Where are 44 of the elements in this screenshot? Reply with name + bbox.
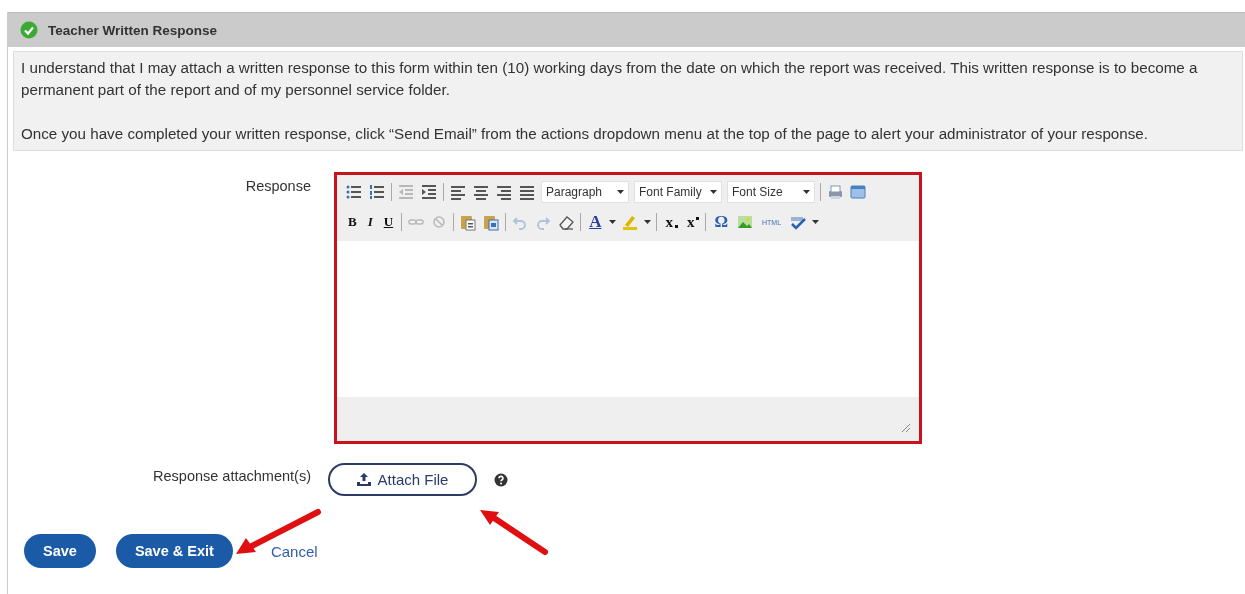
window-icon[interactable]	[849, 183, 867, 201]
caret-icon[interactable]	[812, 220, 820, 224]
text-color-button[interactable]: A	[586, 212, 605, 232]
italic-button[interactable]: I	[364, 214, 376, 230]
field-label: Response	[244, 177, 311, 194]
format-dropdown[interactable]: Font Family	[634, 181, 722, 203]
print-icon[interactable]	[826, 183, 844, 201]
align-left-icon[interactable]	[449, 183, 467, 201]
subscript-button[interactable]: x	[662, 213, 679, 231]
numbered-list-icon[interactable]	[368, 183, 386, 201]
panel-title: Teacher Written Response	[48, 22, 218, 38]
format-dropdown[interactable]: Font Size	[727, 181, 815, 203]
caret-icon[interactable]	[803, 190, 810, 194]
info-paragraph: I understand that I may attach a written response to this form within ten (10) working days from the date on which the report was received. This written response is to become a permanent part of the report and of my personnel service folder.	[21, 58, 1199, 100]
dropdown-label: Font Size	[732, 185, 783, 199]
attach-file-button[interactable]: Attach File	[328, 463, 477, 496]
special-character-button[interactable]: Ω	[711, 212, 732, 232]
indent-icon[interactable]	[420, 183, 438, 201]
caret-icon[interactable]	[644, 220, 652, 224]
image-icon[interactable]	[736, 213, 755, 231]
paste-word-icon[interactable]	[482, 213, 501, 231]
justify-icon[interactable]	[518, 183, 536, 201]
save-button[interactable]: Save & Exit	[115, 534, 233, 568]
field-label: Response attachment(s)	[152, 467, 311, 484]
caret-icon[interactable]	[609, 220, 617, 224]
cancel-link[interactable]: Cancel	[270, 542, 318, 560]
arrow-drawing	[480, 510, 548, 555]
format-dropdown[interactable]: Paragraph	[541, 181, 629, 203]
dropdown-label: Font Family	[639, 185, 702, 199]
caret-icon[interactable]	[710, 190, 717, 194]
help-icon[interactable]	[494, 472, 508, 487]
underline-button[interactable]: U	[380, 214, 397, 230]
bold-button[interactable]: B	[345, 214, 360, 230]
superscript-button[interactable]: x	[683, 213, 701, 231]
upload-icon	[356, 473, 371, 486]
save-button[interactable]: Save	[24, 534, 96, 568]
resize-handle-icon[interactable]	[901, 423, 911, 433]
info-paragraph: Once you have completed your written response, click “Send Email” from the actions dropdown menu at the top of the page to alert your administrator of your response.	[21, 124, 1149, 144]
dropdown-label: Paragraph	[546, 185, 603, 199]
caret-icon[interactable]	[617, 190, 624, 194]
paste-icon[interactable]	[459, 213, 478, 231]
bullet-list-icon[interactable]	[345, 183, 363, 201]
align-right-icon[interactable]	[495, 183, 513, 201]
align-center-icon[interactable]	[472, 183, 490, 201]
